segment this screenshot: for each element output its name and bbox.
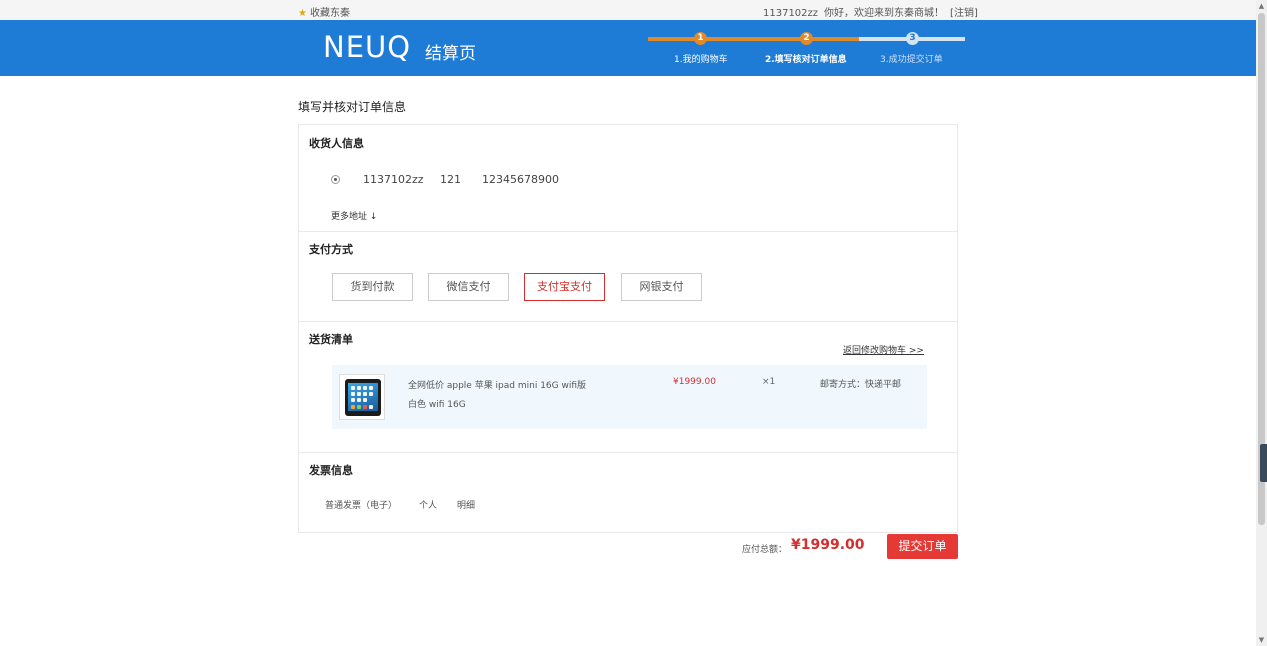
receiver-title: 收货人信息 xyxy=(309,137,364,150)
divider xyxy=(299,321,957,322)
product-name[interactable]: 全网低价 apple 苹果 ipad mini 16G wifi版 白色 wif… xyxy=(408,377,586,415)
step-dot-1: 1 xyxy=(694,32,707,45)
shipping-method: 邮寄方式：快递平邮 xyxy=(820,380,902,390)
progress-steps: 1 2 3 1.我的购物车 2.填写核对订单信息 3.成功提交订单 xyxy=(648,30,965,70)
scrollbar[interactable]: ▲ ▼ xyxy=(1256,0,1267,646)
product-quantity: ×1 xyxy=(762,377,776,387)
checkout-page: ★ 收藏东秦 1137102zz 你好，欢迎来到东秦商城！ [注销] NEUQ 结算页… xyxy=(0,0,1267,646)
page-subtitle: 结算页 xyxy=(425,44,476,64)
back-to-cart-link[interactable]: 返回修改购物车 >> xyxy=(843,343,924,356)
greeting-text: 你好，欢迎来到东秦商城！ xyxy=(824,8,945,19)
invoice-title: 发票信息 xyxy=(309,464,353,477)
receiver-address: 121 xyxy=(440,173,461,186)
receiver-name: 1137102zz xyxy=(363,173,424,186)
more-addresses-link[interactable]: 更多地址 ↓ xyxy=(331,209,377,222)
star-icon: ★ xyxy=(298,8,307,19)
product-spec: 白色 wifi 16G xyxy=(408,400,466,410)
pay-alipay-button[interactable]: 支付宝支付 xyxy=(524,273,605,301)
list-item: 全网低价 apple 苹果 ipad mini 16G wifi版 白色 wif… xyxy=(332,365,927,429)
product-price: ¥1999.00 xyxy=(673,377,716,387)
order-form: 收货人信息 1137102zz 121 12345678900 更多地址 ↓ 支… xyxy=(298,124,958,533)
top-bar: ★ 收藏东秦 1137102zz 你好，欢迎来到东秦商城！ [注销] xyxy=(0,0,1256,20)
scroll-down-icon[interactable]: ▼ xyxy=(1256,634,1267,646)
invoice-header: 个人 xyxy=(419,501,438,511)
username: 1137102zz xyxy=(763,8,819,19)
total-value: ¥1999.00 xyxy=(791,537,865,553)
step-label-3: 3.成功提交订单 xyxy=(880,55,943,65)
divider xyxy=(299,452,957,453)
product-title: 全网低价 apple 苹果 ipad mini 16G wifi版 xyxy=(408,381,587,391)
step-label-1: 1.我的购物车 xyxy=(674,55,728,65)
total-label: 应付总额： xyxy=(742,545,788,555)
divider xyxy=(299,231,957,232)
step-dot-3: 3 xyxy=(906,32,919,45)
pay-bank-button[interactable]: 网银支付 xyxy=(621,273,702,301)
step-label-2: 2.填写核对订单信息 xyxy=(765,55,847,65)
product-image[interactable] xyxy=(339,374,385,420)
favorite-label: 收藏东秦 xyxy=(309,8,350,19)
delivery-title: 送货清单 xyxy=(309,333,353,346)
scroll-up-icon[interactable]: ▲ xyxy=(1256,0,1267,12)
address-radio[interactable] xyxy=(331,175,340,184)
header: NEUQ 结算页 1 2 3 1.我的购物车 2.填写核对订单信息 3.成功提交… xyxy=(0,20,1256,76)
logo[interactable]: NEUQ xyxy=(323,30,411,64)
side-feedback-tab[interactable] xyxy=(1260,444,1267,482)
receiver-phone: 12345678900 xyxy=(482,173,559,186)
ipad-icon xyxy=(345,379,381,416)
user-greeting: 1137102zz 你好，欢迎来到东秦商城！ [注销] xyxy=(763,4,984,19)
favorite-link[interactable]: ★ 收藏东秦 xyxy=(298,4,350,19)
pay-wechat-button[interactable]: 微信支付 xyxy=(428,273,509,301)
invoice-type: 普通发票（电子） xyxy=(325,501,398,511)
invoice-content: 明细 xyxy=(457,501,476,511)
page-title: 填写并核对订单信息 xyxy=(298,100,407,114)
step-dot-2: 2 xyxy=(800,32,813,45)
payment-title: 支付方式 xyxy=(309,243,353,256)
pay-cod-button[interactable]: 货到付款 xyxy=(332,273,413,301)
logout-link[interactable]: [注销] xyxy=(950,8,978,19)
submit-order-button[interactable]: 提交订单 xyxy=(887,534,958,559)
